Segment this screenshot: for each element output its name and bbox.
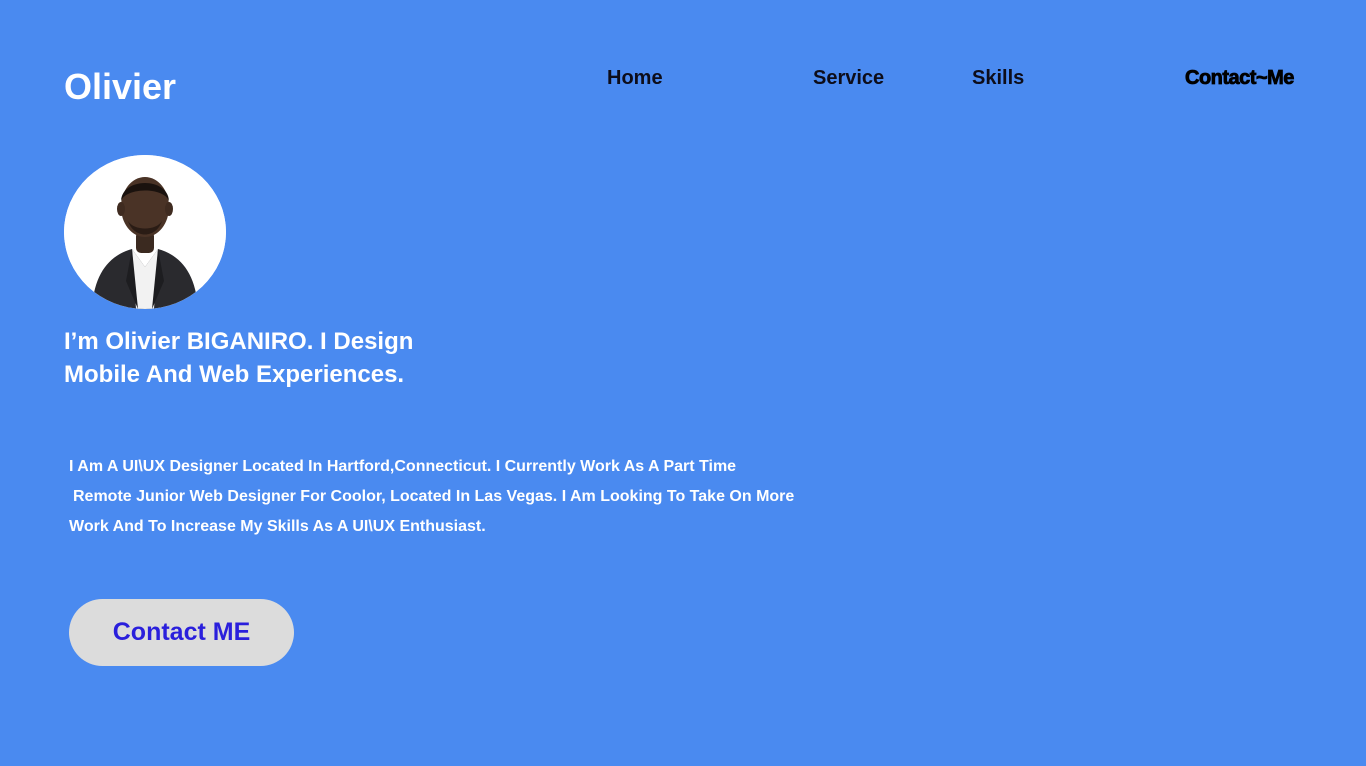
contact-me-button[interactable]: Contact ME [69,599,294,666]
profile-avatar [64,155,226,309]
hero-headline-line2: Mobile And Web Experiences. [64,361,405,388]
nav-service-link[interactable]: Service [813,66,884,90]
hero-headline-line1: I’m Olivier BIGANIRO. I Design [64,328,414,355]
site-logo[interactable]: Olivier [64,66,176,108]
profile-photo [64,155,226,309]
hero-bio-line3: Work And To Increase My Skills As A UI\U… [69,518,486,535]
nav-contact-link[interactable]: Contact~Me [1185,66,1295,90]
hero-bio-line1: I Am A UI\UX Designer Located In Hartfor… [69,458,737,475]
nav-home-link[interactable]: Home [607,66,663,90]
hero-bio-line2: Remote Junior Web Designer For Coolor, L… [73,488,795,505]
hero-bio: I Am A UI\UX Designer Located In Hartfor… [69,452,829,542]
nav-skills-link[interactable]: Skills [972,66,1024,90]
hero-headline: I’m Olivier BIGANIRO. I Design Mobile An… [64,325,484,391]
